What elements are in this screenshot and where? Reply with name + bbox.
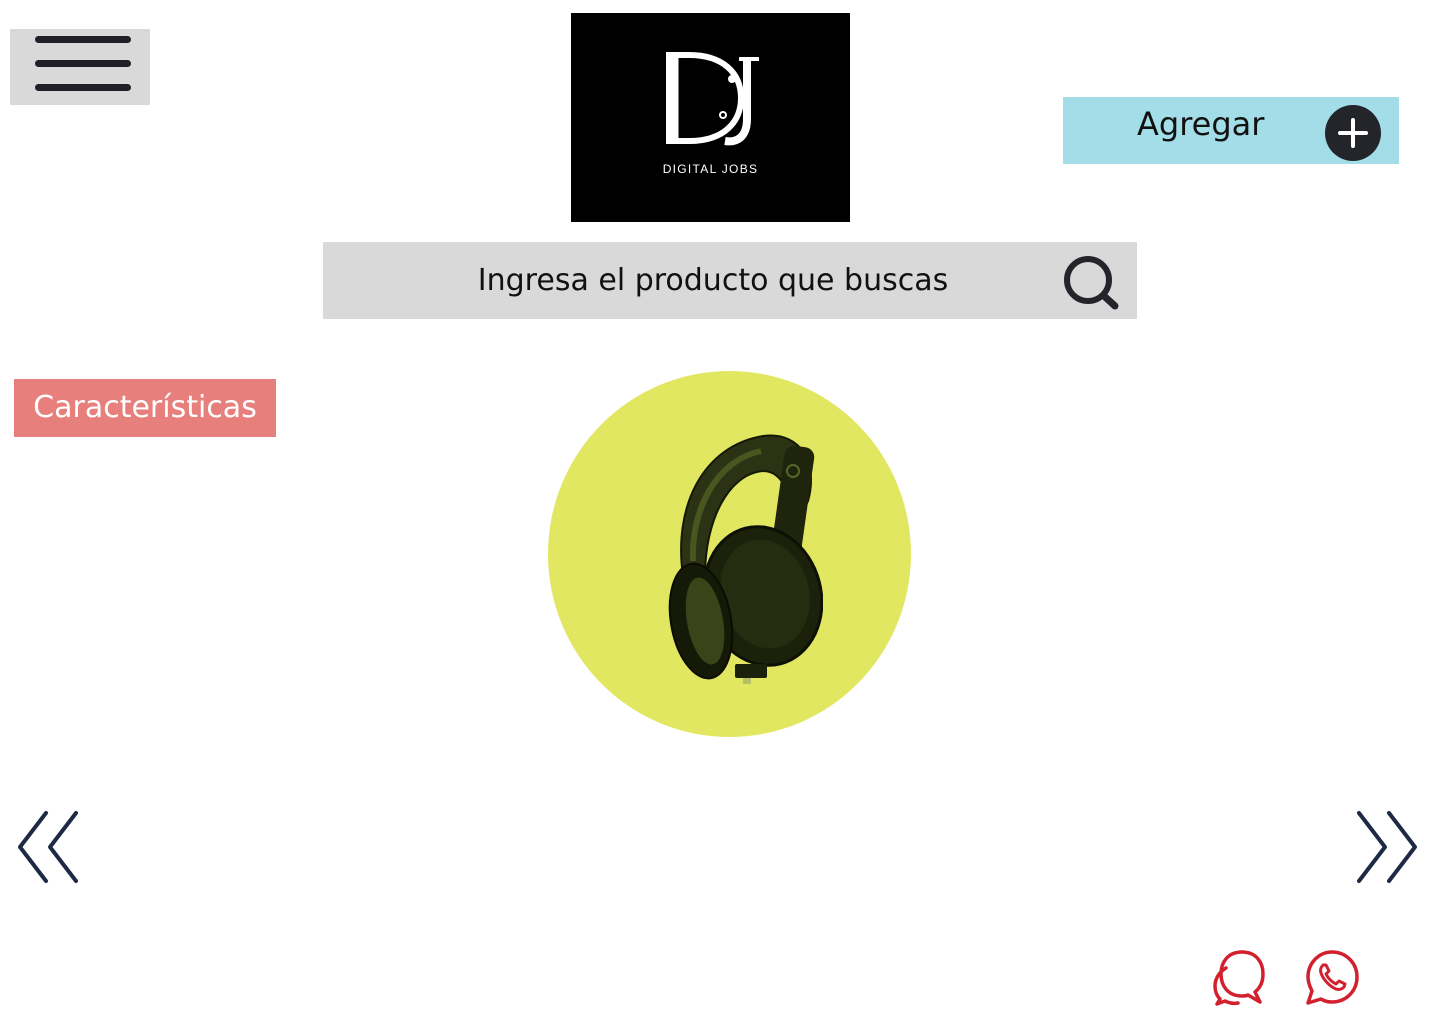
double-chevron-right-icon[interactable] (1355, 810, 1419, 884)
hamburger-menu-icon (35, 36, 131, 43)
hamburger-line (35, 60, 131, 67)
add-button[interactable]: Agregar (1063, 97, 1399, 164)
product-circle (548, 371, 911, 737)
double-chevron-left-icon[interactable] (16, 810, 80, 884)
search-input[interactable] (323, 242, 1063, 319)
brand-logo: DIGITAL JOBS (571, 13, 850, 222)
plus-circle-icon (1325, 105, 1381, 161)
chat-bubbles-icon[interactable] (1212, 948, 1266, 1006)
features-button[interactable]: Características (14, 379, 276, 437)
search-icon[interactable] (1061, 254, 1121, 310)
headphones-image[interactable] (643, 426, 823, 686)
search-bar (323, 242, 1137, 319)
hamburger-line (35, 84, 131, 91)
add-button-label: Agregar (1137, 105, 1265, 143)
menu-button[interactable] (10, 29, 150, 105)
logo-monogram (666, 52, 759, 146)
whatsapp-icon[interactable] (1304, 948, 1360, 1006)
logo-text: DIGITAL JOBS (662, 162, 759, 176)
